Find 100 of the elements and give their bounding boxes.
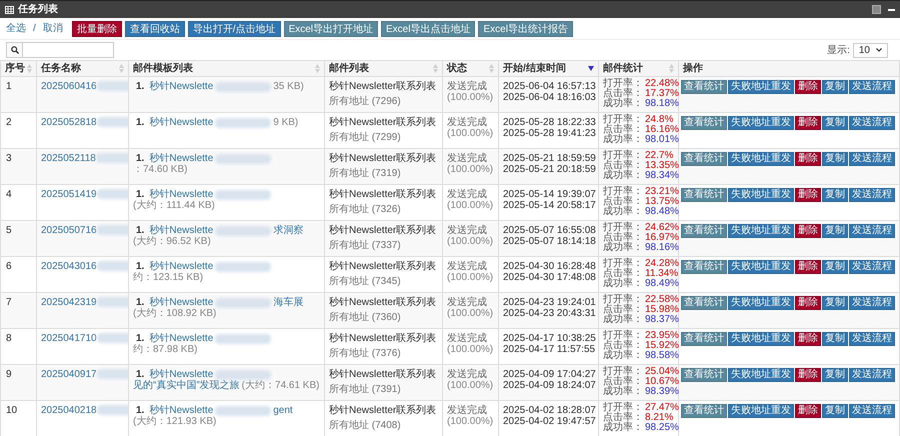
action-button[interactable]: 发送流程 [849, 116, 895, 130]
toolbar-button[interactable]: 查看回收站 [124, 20, 185, 36]
action-button[interactable]: 失败地址重发 [728, 404, 794, 418]
task-name-link[interactable]: 2025052818 [41, 117, 97, 128]
stat-label: 成功率： [603, 243, 643, 253]
action-button[interactable]: 失败地址重发 [728, 80, 794, 94]
task-name-link[interactable]: 2025040218 [41, 405, 97, 416]
task-name-link[interactable]: 2025043016 [41, 261, 97, 272]
action-button[interactable]: 查看统计 [681, 404, 727, 418]
cancel-link[interactable]: 取消 [42, 21, 63, 36]
action-button[interactable]: 删除 [795, 296, 821, 310]
action-button[interactable]: 查看统计 [681, 368, 727, 382]
template-link[interactable]: 秒针Newslette [149, 261, 214, 272]
action-button[interactable]: 查看统计 [681, 152, 727, 166]
action-button[interactable]: 复制 [822, 188, 848, 202]
select-all-link[interactable]: 全选 [6, 21, 26, 36]
toolbar-button[interactable]: Excel导出统计报告 [478, 20, 573, 36]
action-button[interactable]: 查看统计 [681, 260, 727, 274]
action-button[interactable]: 查看统计 [681, 188, 727, 202]
action-button[interactable]: 发送流程 [849, 80, 895, 94]
action-button[interactable]: 删除 [795, 80, 821, 94]
minimize-icon[interactable] [888, 8, 895, 10]
task-name-link[interactable]: 2025050716 [41, 225, 97, 236]
status-percent: (100.00%) [447, 380, 494, 391]
template-link[interactable]: 秒针Newslette [149, 297, 214, 308]
action-button[interactable]: 删除 [795, 332, 821, 346]
task-name-link[interactable]: 2025042319 [41, 297, 97, 308]
column-header[interactable]: 状态 [442, 60, 498, 76]
task-name-link[interactable]: 2025040917 [41, 369, 97, 380]
toolbar-button[interactable]: 批量删除 [72, 20, 122, 36]
action-button[interactable]: 复制 [822, 368, 848, 382]
task-name-link[interactable]: 2025041710 [41, 333, 97, 344]
column-header[interactable]: 序号 [0, 60, 36, 76]
task-name-link[interactable]: 2025051419 [41, 189, 97, 200]
column-header[interactable]: 邮件模板列表 [128, 60, 324, 76]
action-button[interactable]: 发送流程 [849, 296, 895, 310]
action-button[interactable]: 发送流程 [849, 260, 895, 274]
action-button[interactable]: 查看统计 [681, 296, 727, 310]
maximize-icon[interactable] [872, 5, 881, 14]
toolbar-button[interactable]: Excel导出点击地址 [381, 20, 476, 36]
action-button[interactable]: 删除 [795, 404, 821, 418]
status-percent: (100.00%) [447, 128, 494, 139]
action-button[interactable]: 失败地址重发 [728, 296, 794, 310]
template-link[interactable]: 秒针Newslette [149, 333, 214, 344]
toolbar-button[interactable]: 导出打开/点击地址 [188, 20, 281, 36]
template-link[interactable]: 秒针Newslette [149, 81, 214, 92]
list-index: 1. [136, 261, 144, 272]
action-button[interactable]: 发送流程 [849, 188, 895, 202]
action-button[interactable]: 复制 [822, 80, 848, 94]
task-name-link[interactable]: 2025060416 [41, 81, 97, 92]
column-header[interactable]: 开始/结束时间 [498, 60, 598, 76]
column-header[interactable]: 邮件列表 [324, 60, 442, 76]
toolbar-button[interactable]: Excel导出打开地址 [284, 20, 378, 36]
template-link[interactable]: 秒针Newslette [149, 369, 214, 380]
row-number: 9 [6, 369, 12, 380]
template-link[interactable]: 秒针Newslette [149, 153, 214, 164]
template-link[interactable]: 见的“真实中国”发现之旅 [133, 380, 240, 391]
action-button[interactable]: 查看统计 [681, 332, 727, 346]
end-time: 2025-05-07 18:14:18 [503, 236, 594, 247]
column-header[interactable]: 邮件统计 [598, 60, 678, 76]
action-button[interactable]: 发送流程 [849, 404, 895, 418]
action-button[interactable]: 发送流程 [849, 224, 895, 238]
action-button[interactable]: 复制 [822, 116, 848, 130]
template-link[interactable]: gent [273, 405, 293, 416]
column-header[interactable]: 任务名称 [36, 60, 128, 76]
task-name-link[interactable]: 2025052118 [41, 153, 96, 164]
action-button[interactable]: 复制 [822, 296, 848, 310]
action-button[interactable]: 查看统计 [681, 80, 727, 94]
action-button[interactable]: 失败地址重发 [728, 368, 794, 382]
template-link[interactable]: 秒针Newslette [149, 189, 214, 200]
template-link[interactable]: 秒针Newslette [149, 117, 214, 128]
action-button[interactable]: 查看统计 [681, 224, 727, 238]
action-button[interactable]: 发送流程 [849, 332, 895, 346]
template-link[interactable]: 秒针Newslette [149, 405, 214, 416]
action-button[interactable]: 失败地址重发 [728, 332, 794, 346]
page-size-select[interactable]: 10 [852, 42, 888, 58]
action-button[interactable]: 删除 [795, 152, 821, 166]
action-button[interactable]: 复制 [822, 260, 848, 274]
action-button[interactable]: 复制 [822, 404, 848, 418]
template-link[interactable]: 海车展 [273, 297, 304, 308]
action-button[interactable]: 发送流程 [849, 152, 895, 166]
action-button[interactable]: 复制 [822, 224, 848, 238]
action-button[interactable]: 复制 [822, 152, 848, 166]
action-button[interactable]: 删除 [795, 224, 821, 238]
action-button[interactable]: 查看统计 [681, 116, 727, 130]
stat-label: 打开率： [603, 223, 643, 233]
template-link[interactable]: 求洞察 [273, 225, 304, 236]
action-button[interactable]: 失败地址重发 [728, 224, 794, 238]
action-button[interactable]: 删除 [795, 368, 821, 382]
action-button[interactable]: 失败地址重发 [728, 152, 794, 166]
action-button[interactable]: 发送流程 [849, 368, 895, 382]
search-field[interactable] [6, 42, 114, 58]
action-button[interactable]: 删除 [795, 260, 821, 274]
action-button[interactable]: 失败地址重发 [728, 116, 794, 130]
action-button[interactable]: 删除 [795, 116, 821, 130]
template-link[interactable]: 秒针Newslette [149, 225, 214, 236]
action-button[interactable]: 失败地址重发 [728, 188, 794, 202]
action-button[interactable]: 失败地址重发 [728, 260, 794, 274]
action-button[interactable]: 复制 [822, 332, 848, 346]
action-button[interactable]: 删除 [795, 188, 821, 202]
